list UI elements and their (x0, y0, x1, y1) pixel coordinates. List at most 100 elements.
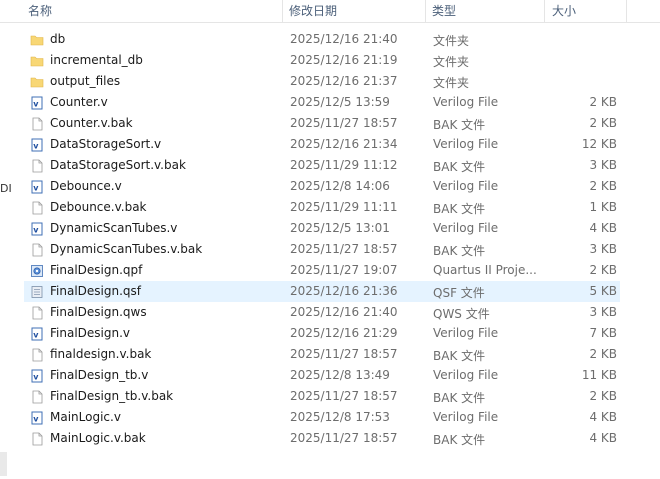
file-row[interactable]: v FinalDesign.v 2025/12/16 21:29 Verilog Fi… (24, 323, 620, 344)
column-divider[interactable] (282, 0, 283, 22)
file-row[interactable]: incremental_db 2025/12/16 21:19 文件夹 (24, 50, 620, 71)
file-size: 12 KB (581, 137, 617, 151)
file-row[interactable]: finaldesign.v.bak 2025/11/27 18:57 BAK 文件 2… (24, 344, 620, 365)
left-pane-scrollbar[interactable] (0, 452, 7, 476)
file-type: Verilog File (433, 326, 499, 340)
file-modified-date: 2025/12/8 14:06 (290, 179, 390, 193)
file-name: Counter.v.bak (50, 116, 133, 130)
file-name: Counter.v (50, 95, 108, 109)
file-row[interactable]: v Debounce.v 2025/12/8 14:06 Verilog File 2 … (24, 176, 620, 197)
file-name: Debounce.v.bak (50, 200, 147, 214)
column-header-type[interactable]: 类型 (432, 2, 456, 19)
file-row[interactable]: FinalDesign.qws 2025/12/16 21:40 QWS 文件 3 K… (24, 302, 620, 323)
file-row[interactable]: DynamicScanTubes.v.bak 2025/11/27 18:57 BA… (24, 239, 620, 260)
generic-file-icon (30, 432, 44, 446)
file-row[interactable]: output_files 2025/12/16 21:37 文件夹 (24, 71, 620, 92)
verilog-file-icon: v (30, 96, 44, 110)
file-size: 3 KB (589, 305, 617, 319)
generic-file-icon (30, 201, 44, 215)
file-row[interactable]: v MainLogic.v 2025/12/8 17:53 Verilog File 4… (24, 407, 620, 428)
file-modified-date: 2025/12/16 21:19 (290, 53, 398, 67)
file-row[interactable]: v DataStorageSort.v 2025/12/16 21:34 Verilo… (24, 134, 620, 155)
file-name: FinalDesign.qsf (50, 284, 141, 298)
generic-file-icon (30, 306, 44, 320)
file-modified-date: 2025/11/29 11:12 (290, 158, 398, 172)
file-name: FinalDesign_tb.v (50, 368, 149, 382)
folder-icon (30, 75, 44, 89)
file-name: output_files (50, 74, 121, 88)
file-list: db 2025/12/16 21:40 文件夹 incremental_db 2025/… (0, 29, 660, 449)
file-name: FinalDesign.qws (50, 305, 147, 319)
file-size: 11 KB (581, 368, 617, 382)
file-name: DataStorageSort.v.bak (50, 158, 186, 172)
file-size: 3 KB (589, 158, 617, 172)
file-row[interactable]: FinalDesign_tb.v.bak 2025/11/27 18:57 BAK … (24, 386, 620, 407)
file-name: FinalDesign.v (50, 326, 131, 340)
file-name: MainLogic.v (50, 410, 121, 424)
file-name: Debounce.v (50, 179, 122, 193)
file-size: 4 KB (589, 221, 617, 235)
file-modified-date: 2025/11/27 18:57 (290, 347, 398, 361)
column-header-date[interactable]: 修改日期 (289, 2, 337, 19)
file-size: 4 KB (589, 410, 617, 424)
folder-icon (30, 33, 44, 47)
file-type: BAK 文件 (433, 244, 486, 258)
column-divider[interactable] (626, 0, 627, 22)
file-modified-date: 2025/12/16 21:40 (290, 305, 398, 319)
file-size: 2 KB (589, 95, 617, 109)
file-modified-date: 2025/11/27 19:07 (290, 263, 398, 277)
file-name: DynamicScanTubes.v (50, 221, 178, 235)
file-type: QWS 文件 (433, 307, 490, 321)
file-size: 2 KB (589, 347, 617, 361)
column-header-bar: 名称 修改日期 类型 大小 (0, 0, 660, 23)
column-header-name[interactable]: 名称 (28, 2, 52, 19)
file-row[interactable]: FinalDesign.qpf 2025/11/27 19:07 Quartus I… (24, 260, 620, 281)
verilog-file-icon: v (30, 369, 44, 383)
file-row[interactable]: FinalDesign.qsf 2025/12/16 21:36 QSF 文件 5 K… (24, 281, 620, 302)
file-size: 2 KB (589, 116, 617, 130)
file-size: 1 KB (589, 200, 617, 214)
file-type: BAK 文件 (433, 391, 486, 405)
file-row[interactable]: Counter.v.bak 2025/11/27 18:57 BAK 文件 2 KB (24, 113, 620, 134)
file-type: BAK 文件 (433, 433, 486, 447)
file-row[interactable]: db 2025/12/16 21:40 文件夹 (24, 29, 620, 50)
file-name: DynamicScanTubes.v.bak (50, 242, 203, 256)
file-row[interactable]: v FinalDesign_tb.v 2025/12/8 13:49 Verilog … (24, 365, 620, 386)
file-type: BAK 文件 (433, 118, 486, 132)
folder-icon (30, 54, 44, 68)
file-type: 文件夹 (433, 34, 470, 48)
svg-text:v: v (33, 415, 39, 424)
file-size: 3 KB (589, 242, 617, 256)
column-divider[interactable] (425, 0, 426, 22)
file-size: 2 KB (589, 389, 617, 403)
verilog-file-icon: v (30, 327, 44, 341)
svg-text:v: v (33, 100, 39, 109)
file-row[interactable]: MainLogic.v.bak 2025/11/27 18:57 BAK 文件 4 K… (24, 428, 620, 449)
qsf-file-icon (30, 285, 44, 299)
file-type: Verilog File (433, 221, 499, 235)
generic-file-icon (30, 243, 44, 257)
file-size: 2 KB (589, 263, 617, 277)
svg-text:v: v (33, 373, 39, 382)
file-modified-date: 2025/11/27 18:57 (290, 389, 398, 403)
file-name: FinalDesign_tb.v.bak (50, 389, 174, 403)
svg-text:v: v (33, 142, 39, 151)
file-row[interactable]: Debounce.v.bak 2025/11/29 11:11 BAK 文件 1 KB (24, 197, 620, 218)
column-header-size[interactable]: 大小 (552, 2, 576, 19)
file-modified-date: 2025/11/27 18:57 (290, 431, 398, 445)
file-type: Verilog File (433, 179, 499, 193)
file-row[interactable]: DataStorageSort.v.bak 2025/11/29 11:12 BAK… (24, 155, 620, 176)
file-size: 7 KB (589, 326, 617, 340)
column-divider[interactable] (544, 0, 545, 22)
file-type: 文件夹 (433, 55, 470, 69)
file-name: DataStorageSort.v (50, 137, 162, 151)
generic-file-icon (30, 117, 44, 131)
file-type: Quartus II Proje... (433, 263, 537, 277)
svg-text:v: v (33, 226, 39, 235)
verilog-file-icon: v (30, 222, 44, 236)
file-row[interactable]: v DynamicScanTubes.v 2025/12/5 13:01 Verilo… (24, 218, 620, 239)
file-row[interactable]: v Counter.v 2025/12/5 13:59 Verilog File 2 K… (24, 92, 620, 113)
file-modified-date: 2025/12/5 13:59 (290, 95, 390, 109)
file-size: 4 KB (589, 431, 617, 445)
file-modified-date: 2025/12/16 21:40 (290, 32, 398, 46)
